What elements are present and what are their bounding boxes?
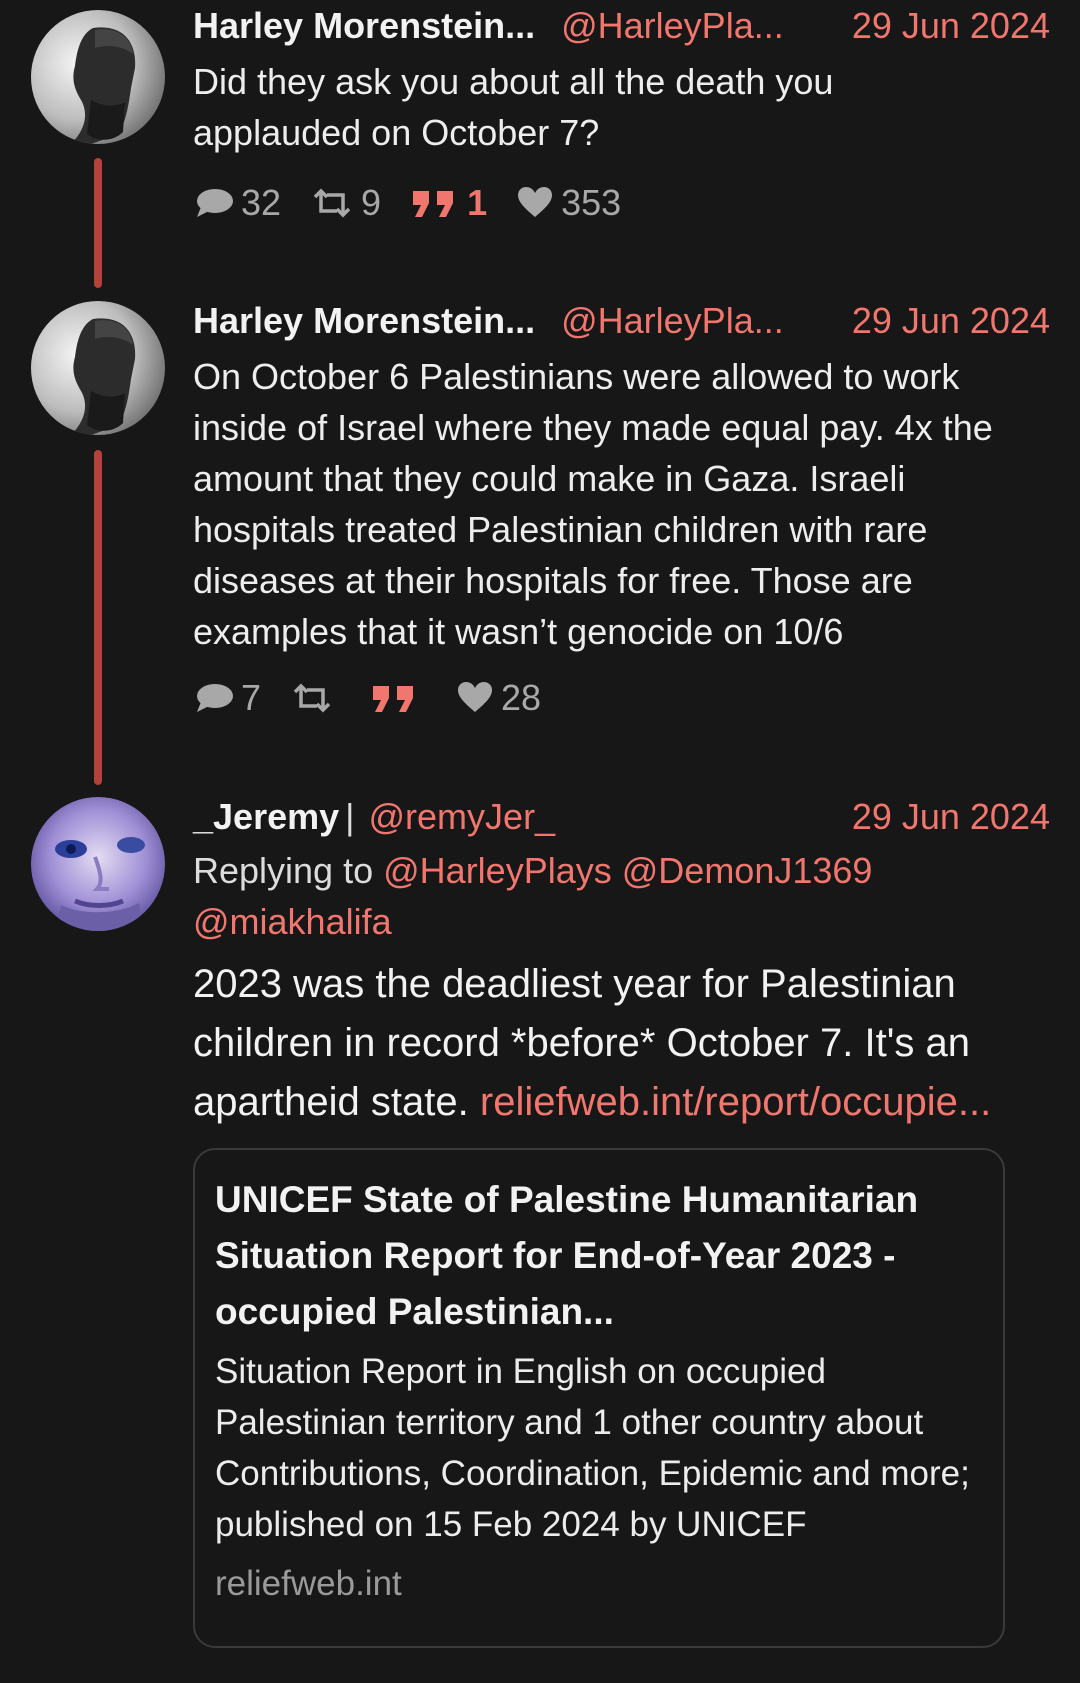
like-stat[interactable]: 28 xyxy=(455,677,541,719)
tweet-1[interactable]: Harley Morenstein... @HarleyPla... 29 Jun… xyxy=(0,0,1080,290)
tweet-text: Did they ask you about all the death you… xyxy=(193,61,834,153)
reply-stat[interactable]: 7 xyxy=(193,677,261,719)
link-preview-card[interactable]: UNICEF State of Palestine Humanitarian S… xyxy=(193,1148,1005,1648)
quote-stat[interactable] xyxy=(369,680,427,716)
like-icon xyxy=(458,682,493,712)
like-count: 353 xyxy=(561,182,622,223)
tweet-link[interactable]: reliefweb.int/report/occupie... xyxy=(480,1080,991,1124)
tweet-date[interactable]: 29 Jun 2024 xyxy=(852,2,1050,50)
like-stat[interactable]: 353 xyxy=(515,182,621,224)
avatar[interactable] xyxy=(31,10,165,144)
retweet-icon xyxy=(293,683,331,713)
mention-link[interactable]: @miakhalifa xyxy=(193,901,392,942)
reply-stat[interactable]: 32 xyxy=(193,182,281,224)
avatar[interactable] xyxy=(31,301,165,435)
author-name[interactable]: Harley Morenstein... xyxy=(193,5,535,46)
thread-line xyxy=(94,158,102,288)
tweet-3[interactable]: _Jeremy | @remyJer_ 29 Jun 2024 Replying t… xyxy=(0,793,1080,1683)
retweet-icon xyxy=(313,188,351,218)
author-name[interactable]: Harley Morenstein... xyxy=(193,300,535,341)
replying-to: Replying to @HarleyPlays @DemonJ1369 @mi… xyxy=(193,845,993,947)
tweet-date[interactable]: 29 Jun 2024 xyxy=(852,297,1050,345)
like-count: 28 xyxy=(501,677,542,718)
name-separator: | xyxy=(345,796,355,837)
retweet-count: 9 xyxy=(361,182,382,223)
card-title: UNICEF State of Palestine Humanitarian S… xyxy=(215,1179,919,1332)
reply-icon xyxy=(197,684,233,712)
like-icon xyxy=(518,187,553,217)
avatar[interactable] xyxy=(31,797,165,931)
tweet-text: On October 6 Palestinians were allowed t… xyxy=(193,356,993,652)
retweet-stat[interactable]: 9 xyxy=(309,182,381,224)
mention-link[interactable]: @HarleyPlays xyxy=(383,850,612,891)
author-name[interactable]: _Jeremy xyxy=(193,796,339,837)
author-handle[interactable]: @remyJer_ xyxy=(369,796,556,837)
reply-count: 7 xyxy=(241,677,262,718)
quote-icon xyxy=(373,686,414,712)
author-handle[interactable]: @HarleyPla... xyxy=(561,5,784,46)
tweet-header: Harley Morenstein... @HarleyPla... 29 Jun… xyxy=(193,297,1050,345)
tweet-date[interactable]: 29 Jun 2024 xyxy=(852,793,1050,841)
tweet-text: 2023 was the deadliest year for Palestin… xyxy=(193,955,993,1132)
card-description: Situation Report in English on occupied … xyxy=(215,1352,970,1544)
retweet-stat[interactable] xyxy=(289,680,341,716)
tweet-2[interactable]: Harley Morenstein... @HarleyPla... 29 Jun… xyxy=(0,297,1080,787)
tweet-header: _Jeremy | @remyJer_ 29 Jun 2024 xyxy=(193,793,1050,841)
tweet-header: Harley Morenstein... @HarleyPla... 29 Jun… xyxy=(193,2,1050,50)
thread-line xyxy=(94,450,102,785)
tweet-stats: 7 28 xyxy=(193,673,1050,723)
author-handle[interactable]: @HarleyPla... xyxy=(561,300,784,341)
tweet-stats: 32 9 1 353 xyxy=(193,178,1050,228)
reply-count: 32 xyxy=(241,182,282,223)
card-domain: reliefweb.int xyxy=(215,1564,402,1603)
quote-icon xyxy=(413,191,454,217)
replying-to-label: Replying to xyxy=(193,850,374,891)
quote-count: 1 xyxy=(467,182,488,223)
reply-icon xyxy=(197,189,233,217)
mention-link[interactable]: @DemonJ1369 xyxy=(622,850,873,891)
quote-stat[interactable]: 1 xyxy=(409,182,487,224)
